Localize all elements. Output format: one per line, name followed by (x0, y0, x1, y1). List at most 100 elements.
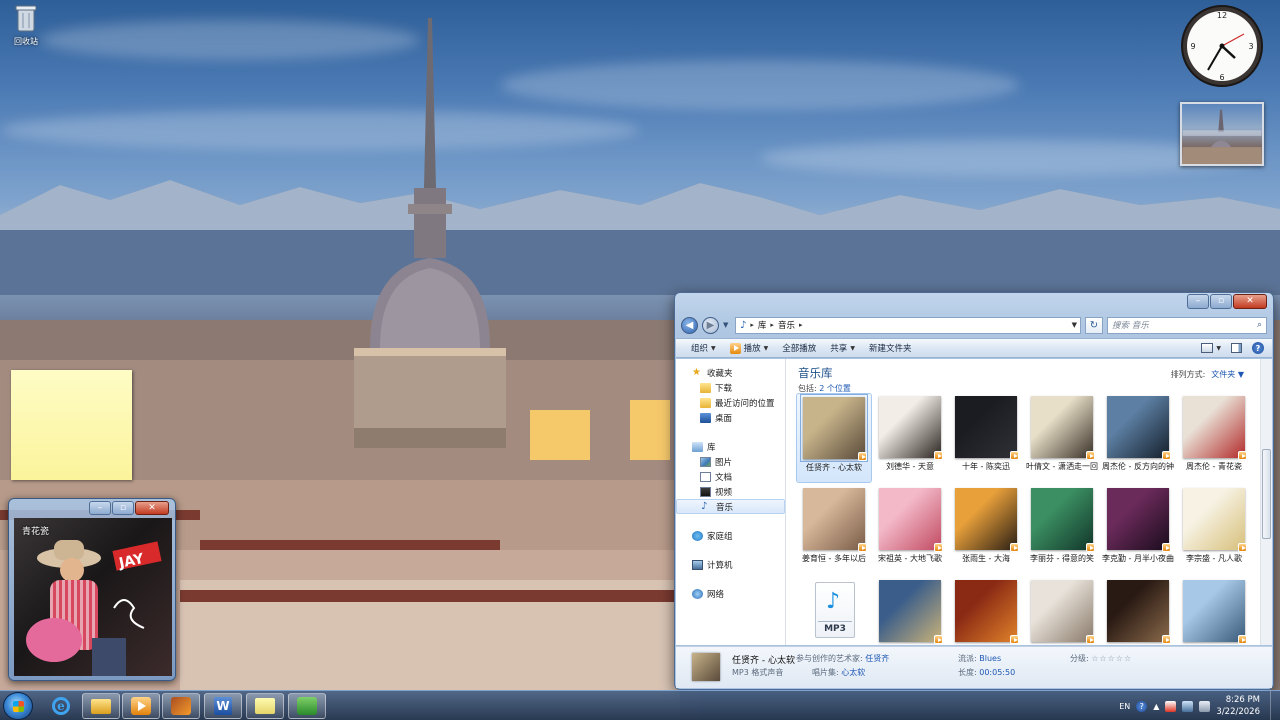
taskbar-sticky-notes[interactable] (246, 693, 284, 719)
nav-libraries[interactable]: 库 (676, 439, 785, 454)
rating-stars[interactable]: ☆☆☆☆☆ (1091, 654, 1132, 663)
nav-item-recent-places[interactable]: 最近访问的位置 (676, 395, 785, 410)
album-tile[interactable]: 草蜢 - 失恋阵线 (1176, 577, 1252, 645)
vertical-scrollbar[interactable] (1260, 359, 1272, 645)
explorer-window[interactable]: – ▫ ✕ ◀ ▶ ▼ ♪ ▸ 库 ▸ 音乐 ▸ ▼ ↻ 搜索 音乐 ⌕ 组织 … (674, 292, 1274, 690)
nav-computer[interactable]: 计算机 (676, 557, 785, 572)
includes-locations-link[interactable]: 2 个位置 (819, 384, 851, 393)
forward-button[interactable]: ▶ (702, 316, 719, 334)
taskbar-windows-explorer[interactable] (82, 693, 120, 719)
show-hidden-icons-chevron-icon[interactable]: ▲ (1153, 702, 1159, 711)
maximize-button[interactable]: ▫ (1210, 294, 1232, 309)
organize-label: 组织 (691, 344, 709, 354)
preview-pane-icon[interactable] (1231, 343, 1242, 353)
album-tile[interactable]: 十年 - 陈奕迅 (948, 393, 1024, 483)
album-tile[interactable]: 周杰伦 - 反方向的钟 (1100, 393, 1176, 483)
detail-value[interactable]: 心太软 (841, 668, 865, 677)
nav-favorites[interactable]: ★ 收藏夹 (676, 365, 785, 380)
clock-gadget[interactable]: 12 3 6 9 (1180, 4, 1264, 88)
volume-icon[interactable] (1199, 700, 1211, 712)
album-tile[interactable]: 王力宏 - 天地龙 (948, 577, 1024, 645)
play-badge-icon (1238, 451, 1247, 460)
nav-item-desktop[interactable]: 桌面 (676, 410, 785, 425)
share-menu[interactable]: 共享 ▼ (830, 342, 855, 354)
internet-explorer-icon: e (52, 697, 70, 715)
nav-item-pictures[interactable]: 图片 (676, 454, 785, 469)
minimize-button[interactable]: – (89, 501, 111, 515)
play-badge-icon (1010, 451, 1019, 460)
recycle-bin-shortcut[interactable]: 回收站 (8, 4, 44, 47)
taskbar-word[interactable]: W (204, 693, 242, 719)
close-button[interactable]: ✕ (1233, 294, 1267, 309)
search-icon[interactable]: ⌕ (1257, 320, 1262, 330)
album-tile[interactable]: ♪MP3李玟 - 想你的 (796, 577, 872, 645)
address-bar[interactable]: ♪ ▸ 库 ▸ 音乐 ▸ ▼ (735, 316, 1081, 334)
detail-value[interactable]: Blues (979, 654, 1001, 663)
maximize-button[interactable]: ▫ (112, 501, 134, 515)
play-all-button[interactable]: 全部播放 (782, 342, 816, 354)
help-icon[interactable]: ? (1252, 342, 1264, 354)
taskbar-network-app[interactable] (288, 693, 326, 719)
album-tile[interactable]: 王菲 - 匆匆那年 (1024, 577, 1100, 645)
taskbar-paint[interactable] (162, 693, 200, 719)
media-player-mini-window[interactable]: – ▫ ✕ JAY 青花瓷 (8, 498, 176, 681)
help-icon[interactable]: ? (1136, 700, 1148, 712)
scrollbar-thumb[interactable] (1262, 449, 1271, 539)
taskbar-media-player[interactable] (122, 693, 160, 719)
album-tile[interactable]: 叶倩文 - 潇洒走一回 (1024, 393, 1100, 483)
nav-network[interactable]: 网络 (676, 586, 785, 601)
detail-value[interactable]: 任贤齐 (865, 654, 889, 663)
album-tile[interactable]: 李丽芬 - 得意的笑 (1024, 485, 1100, 575)
play-menu[interactable]: 播放 ▼ (729, 342, 768, 354)
breadcrumb-separator[interactable]: ▸ (770, 321, 774, 329)
network-status-icon[interactable] (1182, 700, 1194, 712)
arrange-by-dropdown[interactable]: 文件夹 ▼ (1211, 369, 1244, 380)
file-list-pane[interactable]: 音乐库 包括: 2 个位置 排列方式: 文件夹 ▼ 任贤齐 - 心太软 刘德华 -… (786, 359, 1272, 645)
album-tile[interactable]: 草蜢 - 半点心 (1100, 577, 1176, 645)
breadcrumb-libraries[interactable]: 库 (758, 319, 767, 331)
action-center-flag-icon[interactable] (1165, 700, 1177, 712)
new-folder-button[interactable]: 新建文件夹 (869, 342, 912, 354)
nav-item-downloads[interactable]: 下载 (676, 380, 785, 395)
search-input[interactable]: 搜索 音乐 ⌕ (1107, 316, 1267, 334)
album-tile[interactable]: 宋祖英 - 大地飞歌 (872, 485, 948, 575)
play-badge-icon (1238, 635, 1247, 644)
now-playing-album-art[interactable]: JAY 青花瓷 (14, 518, 172, 676)
nav-item-music[interactable]: ♪ 音乐 (676, 499, 785, 514)
slideshow-gadget[interactable] (1180, 102, 1264, 166)
album-label: 刘德华 - 天意 (886, 462, 934, 471)
refresh-button[interactable]: ↻ (1085, 316, 1103, 334)
album-tile[interactable]: 姜育恒 - 多年以后 (796, 485, 872, 575)
minimize-button[interactable]: – (1187, 294, 1209, 309)
nav-homegroup[interactable]: 家庭组 (676, 528, 785, 543)
album-tile[interactable]: 任贤齐 - 心太软 (796, 393, 872, 483)
computer-icon (692, 559, 703, 570)
breadcrumb-music[interactable]: 音乐 (778, 319, 795, 331)
album-tile[interactable]: 林子祥 - 敢爱敢 (872, 577, 948, 645)
album-tile[interactable]: 刘德华 - 天意 (872, 393, 948, 483)
organize-menu[interactable]: 组织 ▼ (691, 342, 716, 354)
nav-item-label: 图片 (715, 457, 733, 468)
play-badge-icon (934, 635, 943, 644)
music-note-icon: ♪ (740, 319, 747, 331)
clock-date[interactable]: 8:26 PM 3/22/2026 (1216, 694, 1274, 718)
back-button[interactable]: ◀ (681, 316, 698, 334)
recent-pages-dropdown[interactable]: ▼ (723, 321, 731, 329)
nav-item-videos[interactable]: 视频 (676, 484, 785, 499)
folder-icon (91, 698, 111, 714)
nav-item-documents[interactable]: 文档 (676, 469, 785, 484)
start-button[interactable] (3, 692, 33, 720)
show-desktop-button[interactable] (1270, 691, 1280, 720)
album-tile[interactable]: 李宗盛 - 凡人歌 (1176, 485, 1252, 575)
sticky-note[interactable] (11, 370, 132, 480)
breadcrumb-separator[interactable]: ▸ (799, 321, 803, 329)
address-history-dropdown[interactable]: ▼ (1072, 321, 1080, 329)
language-indicator[interactable]: EN (1119, 702, 1130, 711)
breadcrumb-separator[interactable]: ▸ (750, 321, 754, 329)
album-tile[interactable]: 李克勤 - 月半小夜曲 (1100, 485, 1176, 575)
album-tile[interactable]: 张雨生 - 大海 (948, 485, 1024, 575)
close-button[interactable]: ✕ (135, 501, 169, 515)
taskbar-internet-explorer[interactable]: e (42, 693, 80, 719)
change-view-button[interactable]: ▼ (1201, 343, 1221, 353)
album-tile[interactable]: 周杰伦 - 青花瓷 (1176, 393, 1252, 483)
